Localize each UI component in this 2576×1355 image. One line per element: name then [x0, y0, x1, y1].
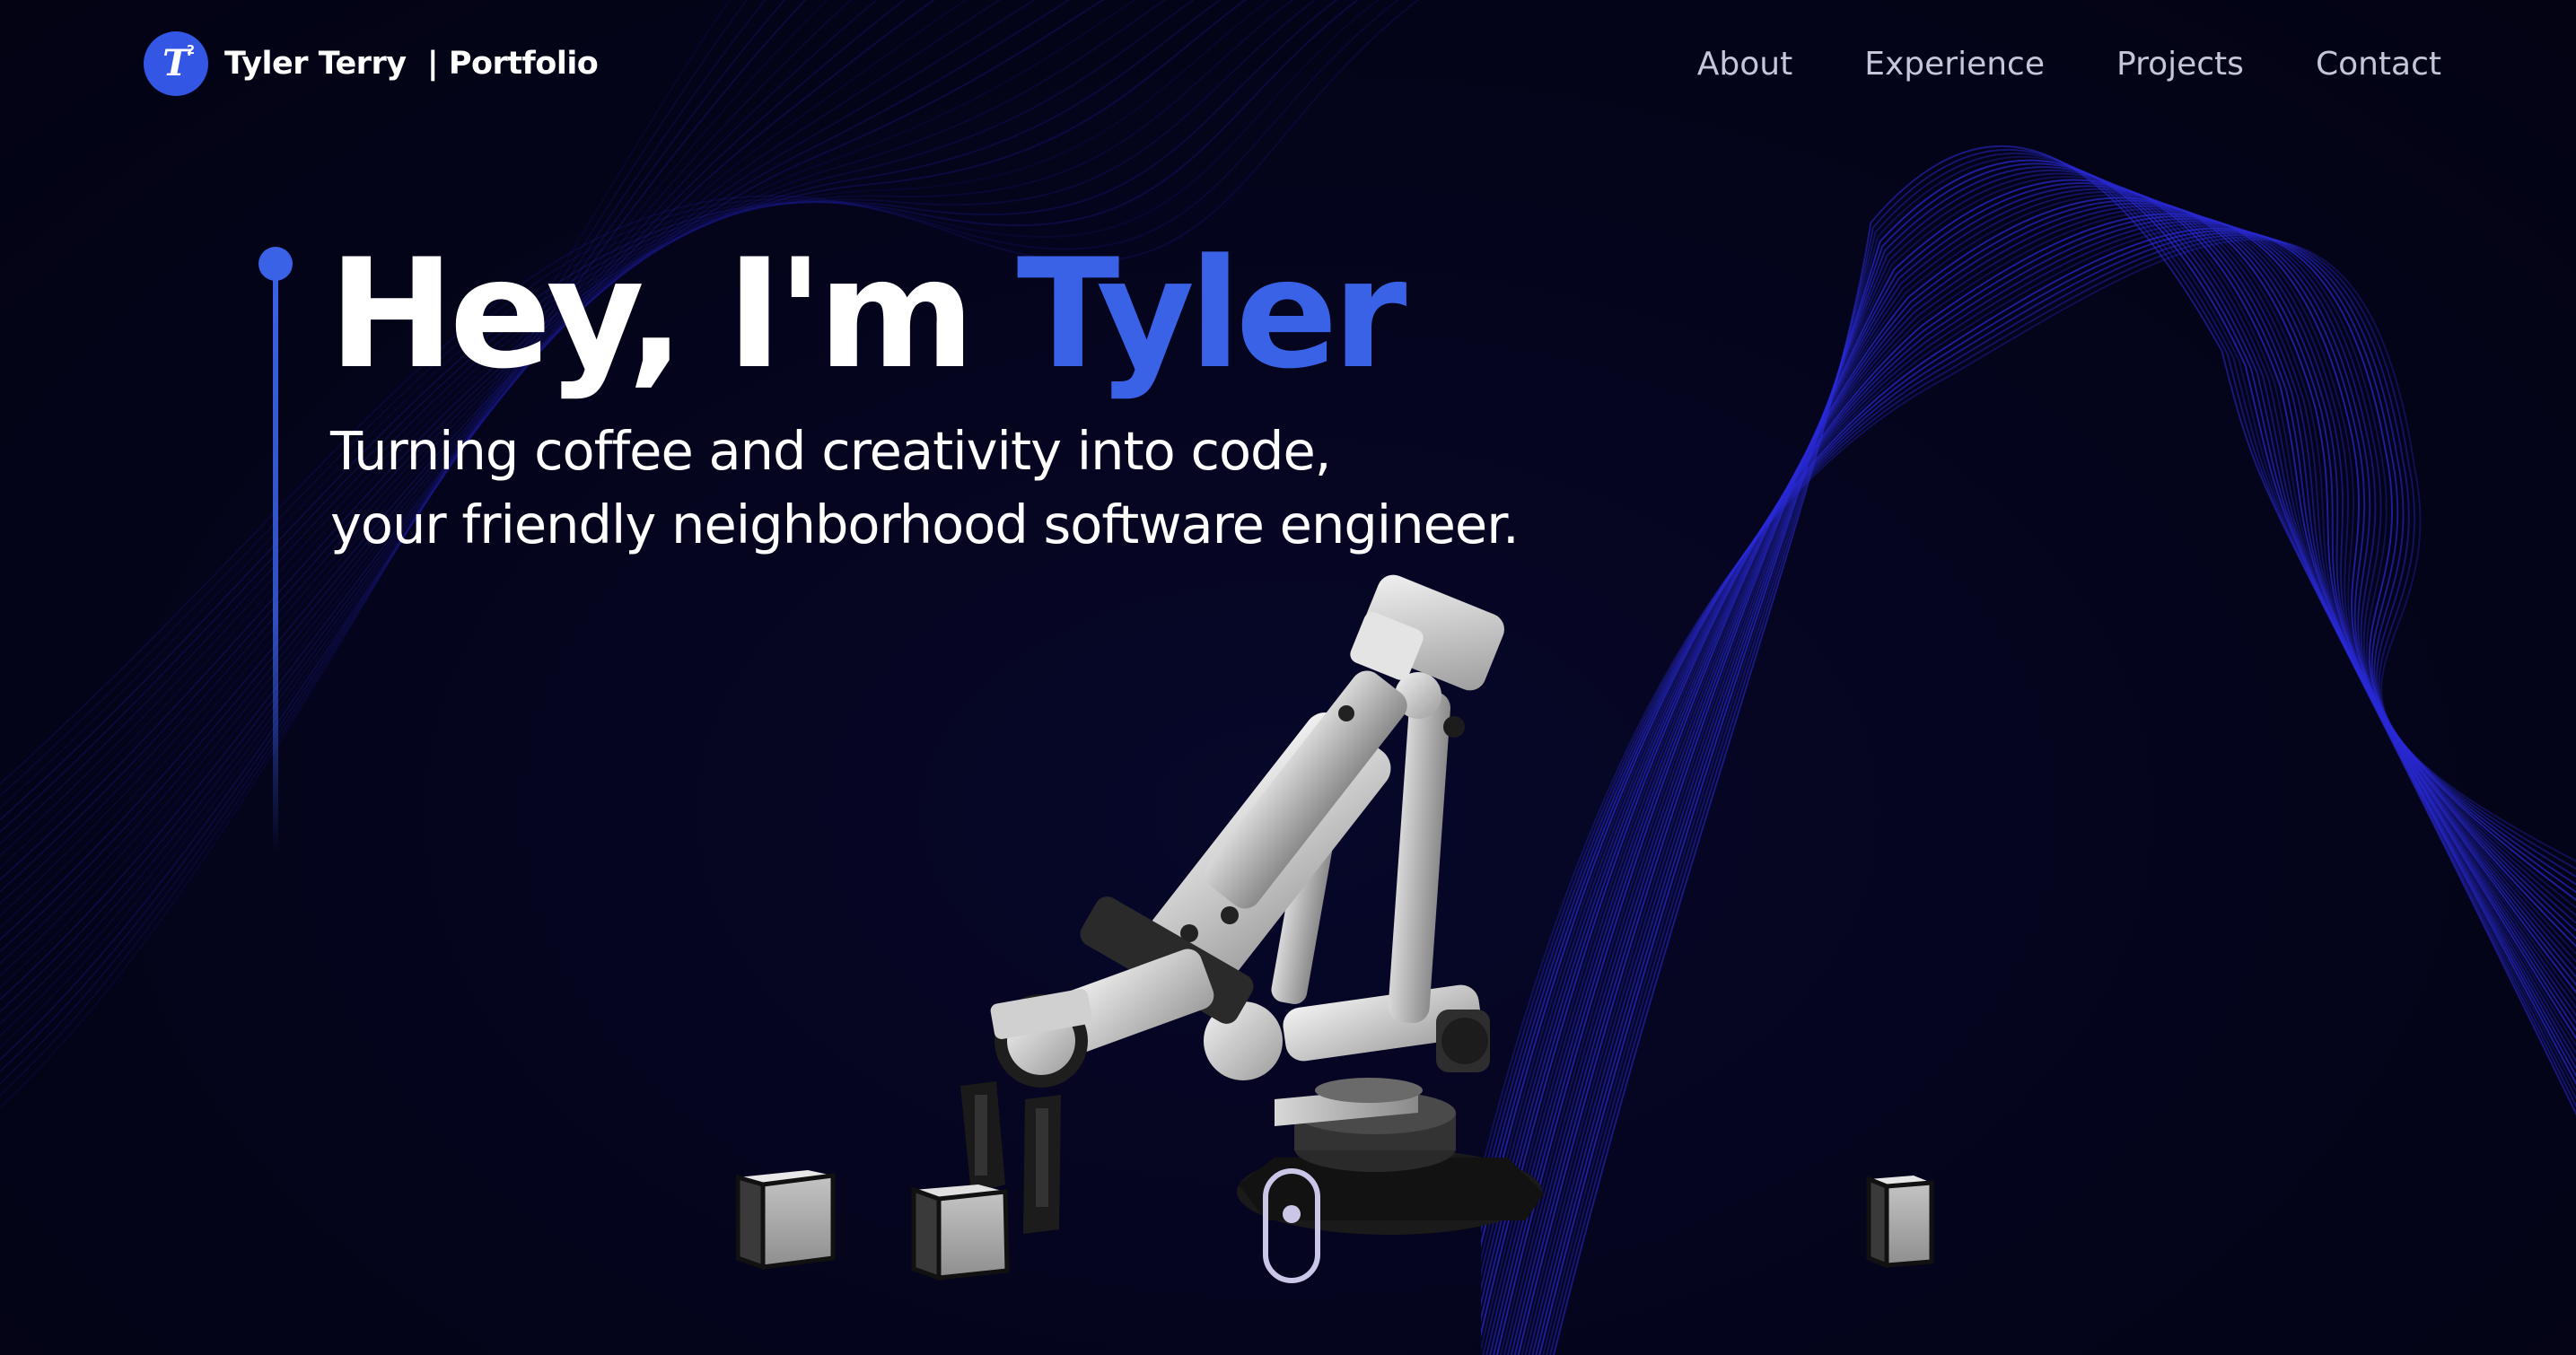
brand-link[interactable]: T 2 Tyler Terry | Portfolio: [144, 31, 599, 96]
hero-subtitle: Turning coffee and creativity into code,…: [330, 415, 1520, 562]
nav-link-about[interactable]: About: [1697, 46, 1792, 83]
hero-subtitle-line-2: your friendly neighborhood software engi…: [330, 494, 1520, 555]
brand-name: Tyler Terry | Portfolio: [224, 46, 599, 82]
nav-link-experience[interactable]: Experience: [1864, 46, 2045, 83]
mouse-scroll-icon[interactable]: [1261, 1167, 1322, 1285]
logo-superscript: 2: [186, 44, 195, 57]
hero-subtitle-line-1: Turning coffee and creativity into code,: [330, 420, 1332, 482]
cube-under-gripper: [911, 1185, 1010, 1281]
t-squared-logo-icon: T 2: [144, 31, 208, 96]
top-navigation: T 2 Tyler Terry | Portfolio About Experi…: [144, 31, 2441, 97]
nav-link-projects[interactable]: Projects: [2116, 46, 2244, 83]
hero-accent-line: [258, 247, 293, 854]
nav-link-contact[interactable]: Contact: [2316, 46, 2441, 83]
portfolio-page: T 2 Tyler Terry | Portfolio About Experi…: [0, 0, 2576, 1355]
hero-title: Hey, I'm Tyler: [329, 224, 1407, 404]
nav-links: About Experience Projects Contact: [1697, 46, 2441, 83]
logo-letter: T: [162, 42, 189, 84]
hero-title-name: Tyler: [1016, 226, 1407, 402]
robot-arm-scene: [736, 574, 1934, 1281]
hero-title-greeting: Hey, I'm: [329, 226, 1017, 402]
cube-left: [736, 1170, 836, 1271]
cube-right: [1866, 1176, 1934, 1269]
